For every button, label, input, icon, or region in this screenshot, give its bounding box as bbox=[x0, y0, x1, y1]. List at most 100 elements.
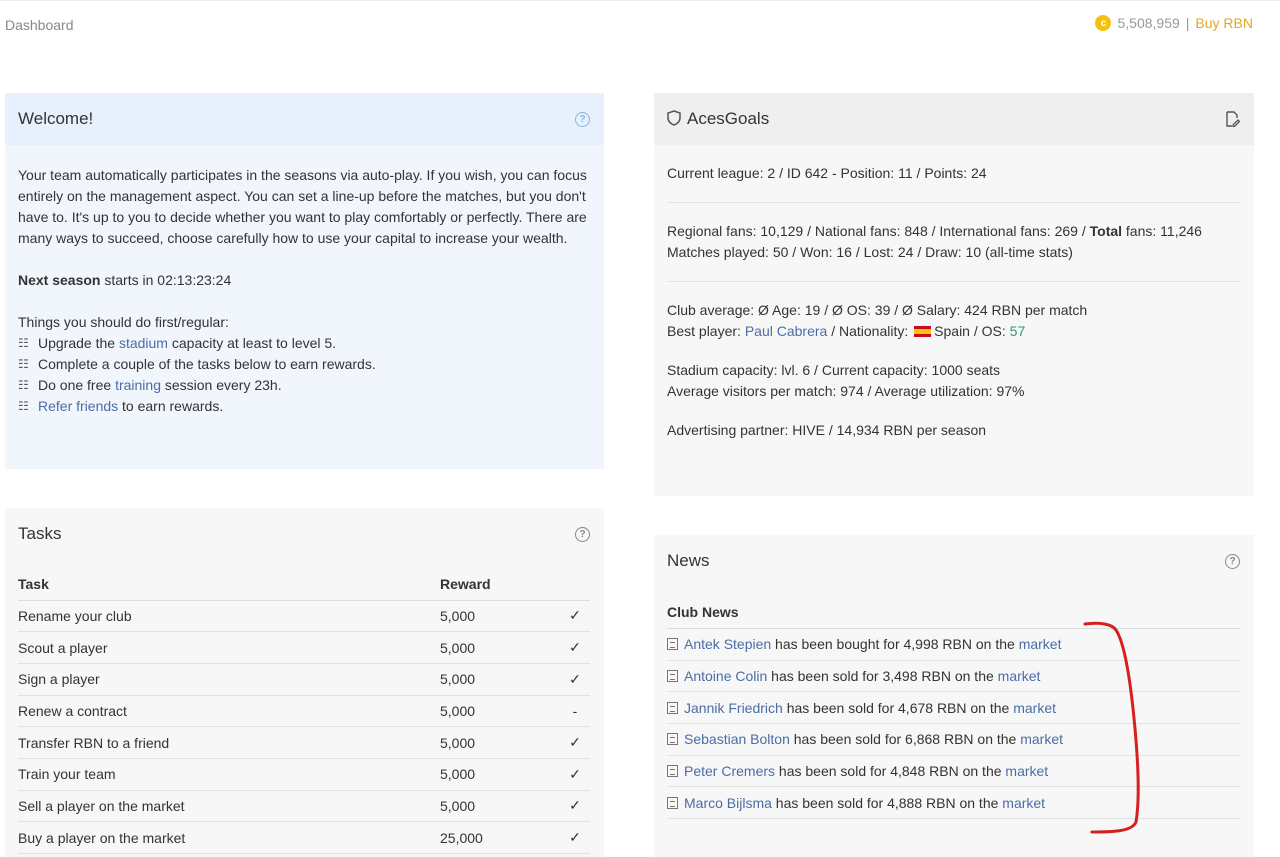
welcome-intro: Your team automatically participates in … bbox=[18, 167, 587, 246]
refer-friends-link[interactable]: Refer friends bbox=[38, 398, 118, 414]
list-icon: ☷ bbox=[18, 399, 29, 413]
todo-heading: Things you should do first/regular: bbox=[18, 314, 229, 330]
col-task: Task bbox=[18, 560, 440, 601]
spain-flag-icon bbox=[914, 326, 932, 337]
todo-text: Upgrade the bbox=[38, 335, 119, 351]
next-season-countdown: starts in 02:13:23:24 bbox=[104, 272, 232, 288]
welcome-body: Your team automatically participates in … bbox=[5, 145, 604, 437]
balance-amount: 5,508,959 bbox=[1117, 15, 1180, 31]
help-icon[interactable]: ? bbox=[1225, 553, 1240, 569]
list-item: Antoine Colin has been sold for 3,498 RB… bbox=[667, 661, 1241, 693]
list-item: Jannik Friedrich has been sold for 4,678… bbox=[667, 692, 1241, 725]
task-status: ✓ bbox=[560, 631, 590, 664]
player-link[interactable]: Marco Bijlsma bbox=[684, 795, 772, 811]
list-item: Marco Bijlsma has been sold for 4,888 RB… bbox=[667, 787, 1241, 820]
news-header: News ? bbox=[654, 535, 1254, 587]
task-reward: 5,000 bbox=[440, 790, 560, 823]
tasks-panel: Tasks ? Task Reward Rename your club 5,00… bbox=[5, 508, 604, 857]
document-icon bbox=[667, 796, 678, 809]
task-name: Sign a player bbox=[18, 663, 440, 696]
edit-icon[interactable] bbox=[1224, 111, 1240, 127]
player-link[interactable]: Sebastian Bolton bbox=[684, 731, 790, 747]
task-status: ✓ bbox=[560, 758, 590, 791]
market-link[interactable]: market bbox=[1019, 636, 1062, 652]
todo-item: ☷ Upgrade the stadium capacity at least t… bbox=[18, 333, 591, 354]
list-icon: ☷ bbox=[18, 378, 29, 392]
task-name: Buy a player on the market bbox=[18, 821, 440, 854]
news-text: has been sold for 4,848 RBN on the bbox=[775, 763, 1006, 780]
os-value: 57 bbox=[1009, 323, 1026, 339]
os-label: / OS: bbox=[969, 323, 1010, 339]
task-name: Rename your club bbox=[18, 600, 440, 633]
todo-list: ☷ Upgrade the stadium capacity at least t… bbox=[18, 333, 591, 417]
training-link[interactable]: training bbox=[115, 377, 161, 393]
task-status: - bbox=[560, 695, 590, 728]
market-link[interactable]: market bbox=[1020, 731, 1063, 747]
document-icon bbox=[667, 765, 678, 778]
table-row: Renew a contract 5,000- bbox=[18, 695, 590, 728]
table-row: Transfer RBN to a friend 5,000 ✓ bbox=[18, 726, 590, 759]
news-text: has been sold for 4,678 RBN on the bbox=[782, 699, 1014, 716]
news-text: has been bought for 4,998 RBN on the bbox=[771, 636, 1019, 653]
help-icon[interactable]: ? bbox=[575, 526, 590, 542]
todo-text: capacity at least to level 5. bbox=[167, 335, 337, 351]
market-link[interactable]: market bbox=[998, 668, 1041, 684]
fans-section: Regional fans: 10,129 / National fans: 8… bbox=[667, 203, 1241, 282]
wallet: c 5,508,959 | Buy RBN bbox=[1095, 15, 1253, 31]
fans-text: Regional fans: 10,129 / National fans: 8… bbox=[667, 223, 1090, 239]
list-icon: ☷ bbox=[18, 357, 29, 371]
task-status: ✓ bbox=[560, 821, 590, 854]
wallet-separator: | bbox=[1185, 15, 1190, 31]
top-bar: Dashboard c 5,508,959 | Buy RBN bbox=[0, 0, 1280, 50]
best-player-link[interactable]: Paul Cabrera bbox=[745, 323, 828, 339]
list-icon: ☷ bbox=[18, 336, 29, 350]
advertising-line: Advertising partner: HIVE / 14,934 RBN p… bbox=[667, 422, 987, 438]
player-link[interactable]: Peter Cremers bbox=[684, 763, 775, 779]
task-status: ✓ bbox=[560, 790, 590, 823]
help-icon[interactable]: ? bbox=[575, 111, 590, 127]
club-header: AcesGoals bbox=[654, 93, 1254, 145]
coin-icon: c bbox=[1095, 15, 1112, 31]
task-name: Sell a player on the market bbox=[18, 790, 440, 823]
list-item: Peter Cremers has been sold for 4,848 RB… bbox=[667, 756, 1241, 788]
todo-text: Complete a couple of the tasks below to … bbox=[38, 356, 376, 372]
document-icon bbox=[667, 670, 678, 683]
todo-text: session every 23h. bbox=[160, 377, 282, 393]
market-link[interactable]: market bbox=[1002, 795, 1045, 811]
list-item: Antek Stepien has been bought for 4,998 … bbox=[667, 629, 1241, 661]
shield-icon bbox=[667, 110, 681, 126]
stadium-line: Stadium capacity: lvl. 6 / Current capac… bbox=[667, 362, 1001, 378]
player-link[interactable]: Jannik Friedrich bbox=[684, 700, 783, 716]
breadcrumb[interactable]: Dashboard bbox=[5, 17, 74, 33]
average-section: Club average: Ø Age: 19 / Ø OS: 39 / Ø S… bbox=[667, 282, 1241, 350]
market-link[interactable]: market bbox=[1013, 700, 1056, 716]
list-item: Sebastian Bolton has been sold for 6,868… bbox=[667, 724, 1241, 756]
document-icon bbox=[667, 638, 678, 651]
news-text: has been sold for 4,888 RBN on the bbox=[771, 794, 1003, 811]
todo-item: ☷ Refer friends to earn rewards. bbox=[18, 396, 591, 417]
welcome-title: Welcome! bbox=[18, 109, 94, 128]
buy-rbn-link[interactable]: Buy RBN bbox=[1195, 15, 1253, 31]
nationality-label: / Nationality: bbox=[827, 323, 913, 339]
player-link[interactable]: Antek Stepien bbox=[684, 636, 771, 652]
average-line: Club average: Ø Age: 19 / Ø OS: 39 / Ø S… bbox=[667, 302, 1088, 318]
player-link[interactable]: Antoine Colin bbox=[684, 668, 767, 684]
league-section: Current league: 2 / ID 642 - Position: 1… bbox=[667, 145, 1241, 203]
todo-text: Do one free bbox=[38, 377, 116, 393]
table-row: Rename your club 5,000 ✓ bbox=[18, 600, 590, 633]
table-row: Train your team 5,000 ✓ bbox=[18, 758, 590, 791]
task-status: ✓ bbox=[560, 726, 590, 759]
next-season-label: Next season bbox=[18, 272, 101, 288]
stadium-link[interactable]: stadium bbox=[119, 335, 168, 351]
tasks-header: Tasks ? bbox=[5, 508, 604, 560]
next-season: Next season starts in 02:13:23:24 bbox=[18, 270, 591, 291]
market-link[interactable]: market bbox=[1005, 763, 1048, 779]
best-player-label: Best player: bbox=[667, 323, 745, 339]
news-panel: News ? Club News Antek Stepien has been … bbox=[654, 535, 1254, 857]
task-status: ✓ bbox=[560, 663, 590, 696]
table-row: Sell a player on the market 5,000 ✓ bbox=[18, 790, 590, 823]
table-row: Scout a player 5,000 ✓ bbox=[18, 631, 590, 664]
table-row: Sign a player 5,000 ✓ bbox=[18, 663, 590, 696]
news-text: has been sold for 6,868 RBN on the bbox=[789, 731, 1021, 748]
table-header-row: Task Reward bbox=[18, 560, 590, 601]
